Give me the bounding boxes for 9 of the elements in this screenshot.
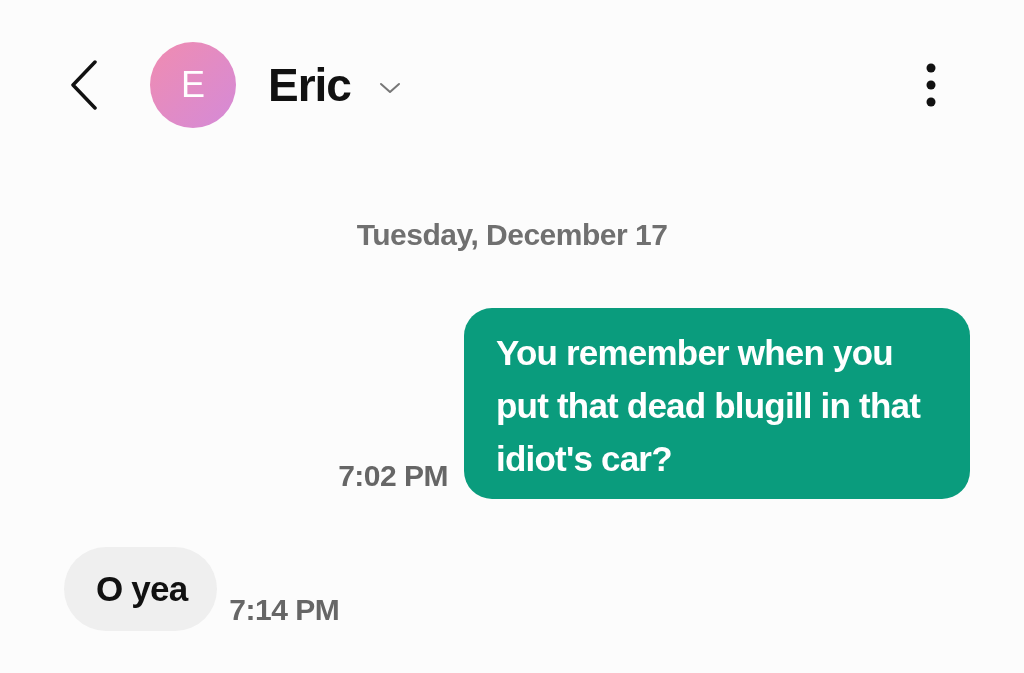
message-time: 7:14 PM [229, 593, 340, 627]
date-divider: Tuesday, December 17 [355, 218, 669, 252]
caret-icon[interactable] [378, 82, 401, 94]
more-icon[interactable] [926, 63, 936, 107]
message-bubble: O yea [64, 547, 218, 631]
message-bubble: You remember when you put that dead blugill in that idiot's car? [464, 308, 970, 499]
back-icon[interactable] [70, 60, 98, 110]
message-time: 7:02 PM [338, 459, 448, 493]
contact-name[interactable]: Eric [268, 58, 351, 112]
